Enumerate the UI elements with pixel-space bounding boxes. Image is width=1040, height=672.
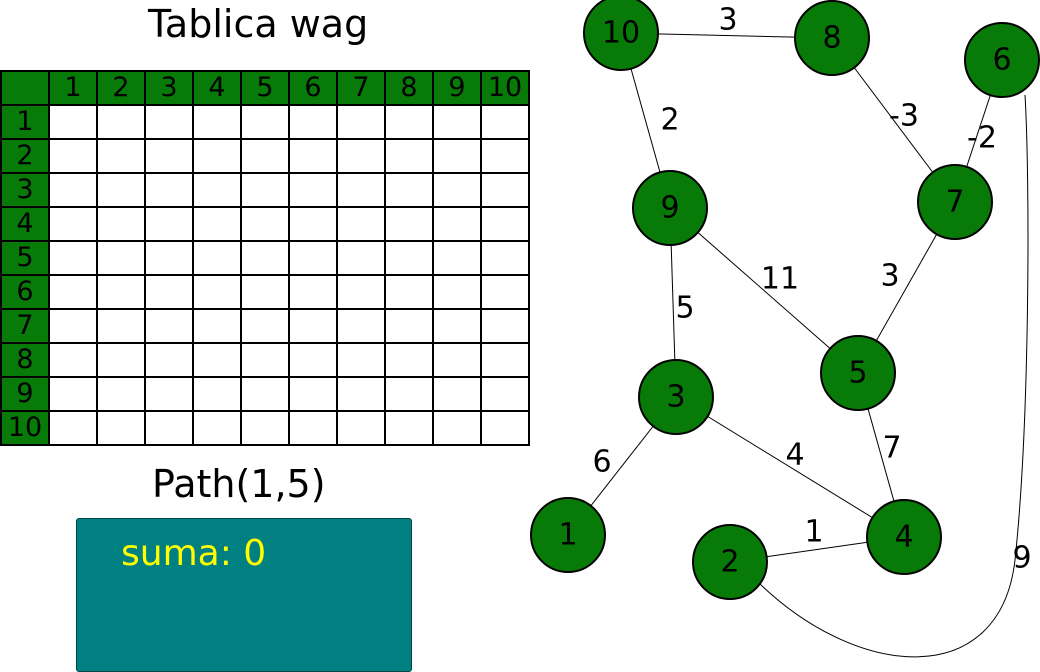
edge-weight-label: 5 bbox=[675, 291, 694, 326]
graph-node-4[interactable]: 4 bbox=[866, 499, 942, 575]
edge-weight-label: 3 bbox=[718, 3, 737, 38]
node-label: 10 bbox=[602, 16, 640, 51]
node-label: 3 bbox=[666, 380, 685, 415]
node-label: 4 bbox=[894, 520, 913, 555]
edge-weight-label: 6 bbox=[592, 445, 611, 480]
graph-node-10[interactable]: 10 bbox=[583, 0, 659, 71]
node-label: 1 bbox=[558, 518, 577, 553]
edge-weight-label: 2 bbox=[660, 103, 679, 138]
graph-node-3[interactable]: 3 bbox=[638, 359, 714, 435]
graph-node-1[interactable]: 1 bbox=[530, 497, 606, 573]
node-label: 6 bbox=[992, 43, 1011, 78]
node-label: 9 bbox=[660, 191, 679, 226]
node-label: 7 bbox=[945, 185, 964, 220]
edge-weight-label: -3 bbox=[889, 99, 919, 134]
node-label: 5 bbox=[848, 356, 867, 391]
graph-node-8[interactable]: 8 bbox=[794, 0, 870, 76]
edge-weight-label: 7 bbox=[882, 431, 901, 466]
graph-node-7[interactable]: 7 bbox=[917, 164, 993, 240]
graph-node-9[interactable]: 9 bbox=[632, 170, 708, 246]
edge-weight-label: 9 bbox=[1012, 541, 1031, 576]
graph-node-2[interactable]: 2 bbox=[692, 524, 768, 600]
graph-node-5[interactable]: 5 bbox=[820, 335, 896, 411]
edge-weight-label: 11 bbox=[761, 262, 799, 297]
graph-diagram: 3 2 -3 -2 11 3 5 6 4 7 1 9 1 2 3 4 5 6 7 8 9 10 bbox=[530, 0, 1040, 658]
node-label: 2 bbox=[720, 545, 739, 580]
node-label: 8 bbox=[822, 21, 841, 56]
edge-weight-label: 1 bbox=[804, 515, 823, 550]
edge-weight-label: 3 bbox=[880, 259, 899, 294]
edge-weight-label: -2 bbox=[967, 121, 997, 156]
graph-node-6[interactable]: 6 bbox=[964, 22, 1040, 98]
edge-weight-label: 4 bbox=[785, 438, 804, 473]
